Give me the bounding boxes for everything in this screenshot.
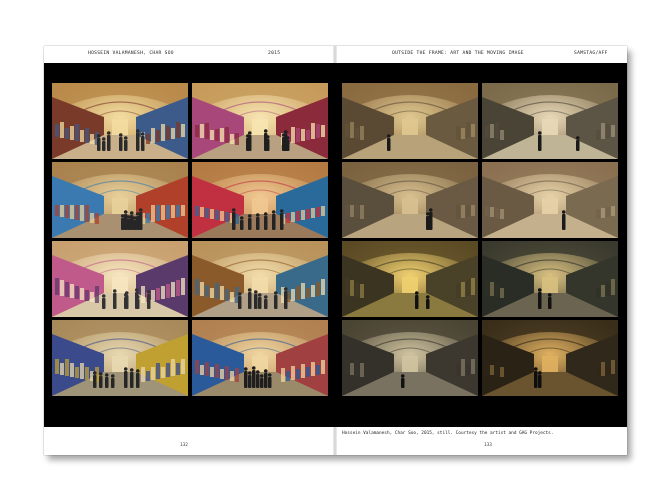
film-still-photo [52, 320, 188, 396]
header-section-title: OUTSIDE THE FRAME: ART AND THE MOVING IM… [392, 51, 524, 56]
film-still-photo [342, 162, 478, 238]
film-still-photo [482, 241, 618, 317]
film-still-photo [52, 162, 188, 238]
film-still-photo [342, 83, 478, 159]
film-still-photo [192, 83, 328, 159]
film-still-photo [342, 320, 478, 396]
figure-caption: Hossein Valamanesh, Char Soo, 2015, stil… [342, 431, 554, 436]
film-still-photo [192, 162, 328, 238]
film-still-photo [482, 162, 618, 238]
film-still-photo [52, 83, 188, 159]
film-still-photo [52, 241, 188, 317]
film-still-photo [192, 241, 328, 317]
film-still-photo [482, 320, 618, 396]
film-still-photo [192, 320, 328, 396]
book-spread: HOSSEIN VALAMANESH, CHAR SOO 2015 OUTSID… [44, 46, 627, 455]
page-number-left: 132 [180, 443, 188, 448]
right-page-stills-grid [342, 83, 618, 396]
header-organisation: SAMSTAG/AFF [574, 51, 608, 56]
header-year: 2015 [268, 51, 281, 56]
left-page-stills-grid [52, 83, 328, 396]
film-still-photo [482, 83, 618, 159]
film-still-photo [342, 241, 478, 317]
header-author-title: HOSSEIN VALAMANESH, CHAR SOO [88, 51, 174, 56]
page-number-right: 133 [484, 443, 492, 448]
